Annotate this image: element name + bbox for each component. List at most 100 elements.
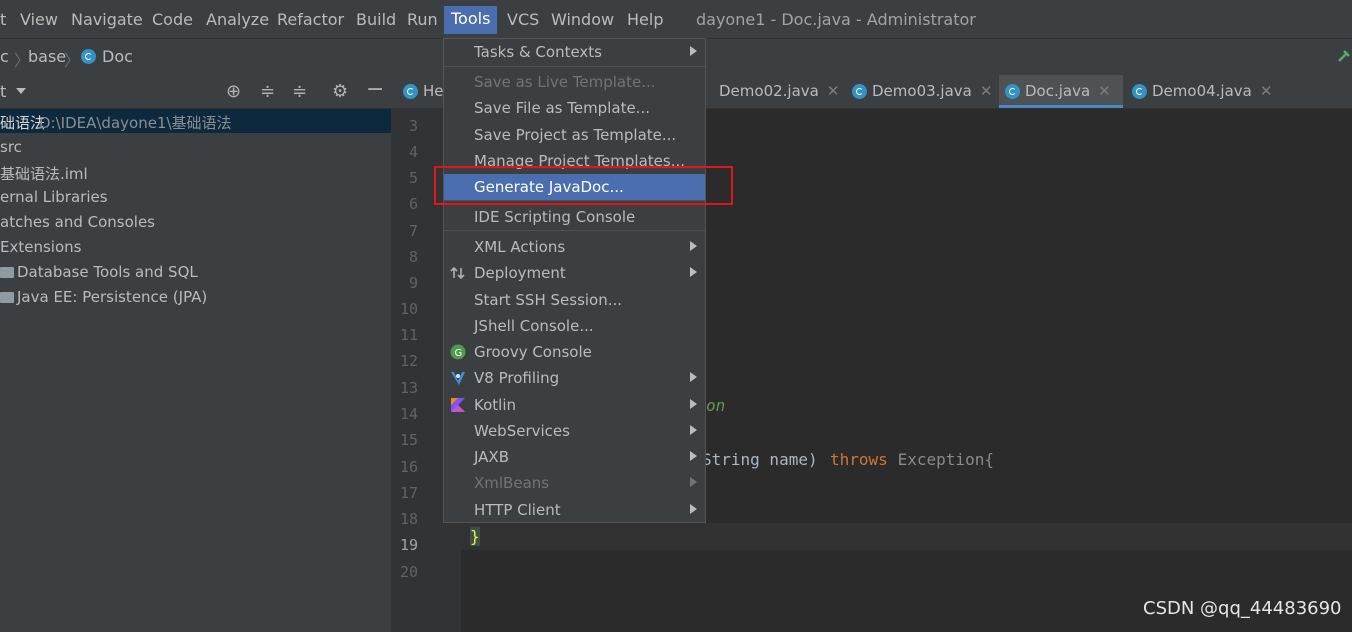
menu-item-xmlbeans: XmlBeans: [444, 470, 705, 496]
menu-file[interactable]: t: [0, 10, 6, 29]
menu-code[interactable]: Code: [152, 10, 193, 29]
code-params: String name): [702, 450, 828, 469]
class-icon: [81, 49, 96, 64]
tree-item-label: 基础语法.iml: [0, 165, 88, 183]
menu-item-label: XML Actions: [474, 238, 566, 256]
code-javadoc-fragment: on: [706, 396, 726, 415]
class-icon: [403, 84, 418, 99]
menu-item-webservices[interactable]: WebServices: [444, 418, 705, 444]
tab-demo04[interactable]: Demo04.java ✕: [1126, 75, 1272, 108]
line-number: 7: [408, 222, 418, 240]
tab-doc[interactable]: Doc.java ✕: [999, 75, 1123, 108]
close-icon[interactable]: ✕: [980, 82, 993, 100]
tree-item-label: atches and Consoles: [0, 213, 155, 231]
line-number: 10: [399, 300, 418, 318]
menu-item-save-as-live-template: Save as Live Template...: [444, 69, 705, 95]
menu-item-xml-actions[interactable]: XML Actions: [444, 234, 705, 260]
menu-item-save-project-as-template[interactable]: Save Project as Template...: [444, 122, 705, 148]
class-icon: [1005, 84, 1020, 99]
kotlin-icon: [450, 397, 466, 413]
menu-help[interactable]: Help: [627, 10, 663, 29]
tab-he[interactable]: He: [397, 75, 444, 108]
tab-label: Doc.java: [1025, 82, 1091, 100]
minimize-icon[interactable]: −: [366, 77, 384, 102]
menu-item-label: Save as Live Template...: [474, 73, 656, 91]
watermark: CSDN @qq_44483690: [1143, 598, 1342, 619]
submenu-arrow-icon: [690, 241, 697, 251]
submenu-arrow-icon: [690, 425, 697, 435]
submenu-arrow-icon: [690, 267, 697, 277]
tree-item-label: Java EE: Persistence (JPA): [17, 288, 208, 306]
breadcrumb-item[interactable]: c: [0, 47, 9, 66]
tab-demo02[interactable]: Demo02.java ✕: [693, 75, 839, 108]
submenu-arrow-icon: [690, 372, 697, 382]
code-keyword-throws: throws: [830, 450, 888, 469]
menu-item-start-ssh-session[interactable]: Start SSH Session...: [444, 287, 705, 313]
menu-item-groovy-console[interactable]: G Groovy Console: [444, 339, 705, 365]
menu-window[interactable]: Window: [551, 10, 614, 29]
menu-item-v8-profiling[interactable]: V8 Profiling: [444, 365, 705, 391]
chevron-right-icon: 〉: [64, 51, 81, 70]
code-closing-brace: }: [470, 527, 480, 546]
line-number: 19: [399, 536, 418, 554]
line-number: 17: [399, 484, 418, 502]
menu-view[interactable]: View: [20, 10, 58, 29]
line-number: 5: [408, 169, 418, 187]
tree-item-label: src: [0, 138, 22, 156]
menu-item-label: XmlBeans: [474, 474, 550, 492]
chevron-down-icon[interactable]: [16, 88, 26, 94]
tree-item-label: Database Tools and SQL: [17, 263, 198, 281]
menu-analyze[interactable]: Analyze: [206, 10, 269, 29]
menu-item-jshell-console[interactable]: JShell Console...: [444, 313, 705, 339]
caret-line-highlight: [461, 523, 1352, 550]
collapse-all-icon[interactable]: ≑: [292, 81, 307, 102]
line-number: 3: [408, 117, 418, 135]
line-number: 18: [399, 510, 418, 528]
highlight-annotation-box: [434, 166, 733, 205]
breadcrumb-item[interactable]: base: [28, 47, 66, 66]
hammer-icon[interactable]: [1336, 48, 1352, 64]
breadcrumb-item[interactable]: Doc: [102, 47, 133, 66]
folder-icon: [0, 267, 14, 278]
close-icon[interactable]: ✕: [1260, 82, 1273, 100]
close-icon[interactable]: ✕: [1098, 82, 1111, 100]
tools-menu: Tasks & Contexts Save as Live Template...…: [443, 38, 706, 523]
line-number: 15: [399, 431, 418, 449]
tab-label: Demo03.java: [872, 82, 972, 100]
menu-item-label: Save Project as Template...: [474, 126, 677, 144]
tab-demo03[interactable]: Demo03.java ✕: [846, 75, 992, 108]
submenu-arrow-icon: [690, 46, 697, 56]
tree-item-root[interactable]: 础语法 D:\IDEA\dayone1\基础语法: [0, 109, 391, 133]
project-panel-header: t ⊕ ≑ ≑ ⚙ −: [0, 75, 391, 109]
line-number: 20: [399, 563, 418, 581]
menu-refactor[interactable]: Refactor: [277, 10, 344, 29]
menu-item-tasks-contexts[interactable]: Tasks & Contexts: [444, 39, 705, 65]
menu-item-jaxb[interactable]: JAXB: [444, 444, 705, 470]
gear-icon[interactable]: ⚙: [332, 81, 348, 102]
v8-icon: [450, 370, 466, 386]
menu-item-ide-scripting-console[interactable]: IDE Scripting Console: [444, 204, 705, 230]
menu-build[interactable]: Build: [356, 10, 396, 29]
expand-all-icon[interactable]: ≑: [260, 81, 275, 102]
menu-item-deployment[interactable]: Deployment: [444, 260, 705, 286]
menu-separator: [444, 230, 705, 231]
menu-navigate[interactable]: Navigate: [71, 10, 143, 29]
tree-item-label: ernal Libraries: [0, 188, 108, 206]
menu-item-kotlin[interactable]: Kotlin: [444, 392, 705, 418]
line-number: 6: [408, 195, 418, 213]
menu-item-label: HTTP Client: [474, 501, 561, 519]
window-title: dayone1 - Doc.java - Administrator: [696, 10, 976, 29]
submenu-arrow-icon: [690, 504, 697, 514]
menu-item-http-client[interactable]: HTTP Client: [444, 497, 705, 523]
menu-vcs[interactable]: VCS: [507, 10, 539, 29]
menu-tools[interactable]: Tools: [444, 6, 498, 34]
project-view-title[interactable]: t: [0, 82, 6, 101]
menu-item-label: IDE Scripting Console: [474, 208, 636, 226]
line-number: 9: [408, 274, 418, 292]
locate-icon[interactable]: ⊕: [226, 81, 241, 102]
menu-run[interactable]: Run: [407, 10, 438, 29]
close-icon[interactable]: ✕: [827, 82, 840, 100]
tab-label: Demo02.java: [719, 82, 819, 100]
menu-item-save-file-as-template[interactable]: Save File as Template...: [444, 95, 705, 121]
menu-item-label: WebServices: [474, 422, 570, 440]
